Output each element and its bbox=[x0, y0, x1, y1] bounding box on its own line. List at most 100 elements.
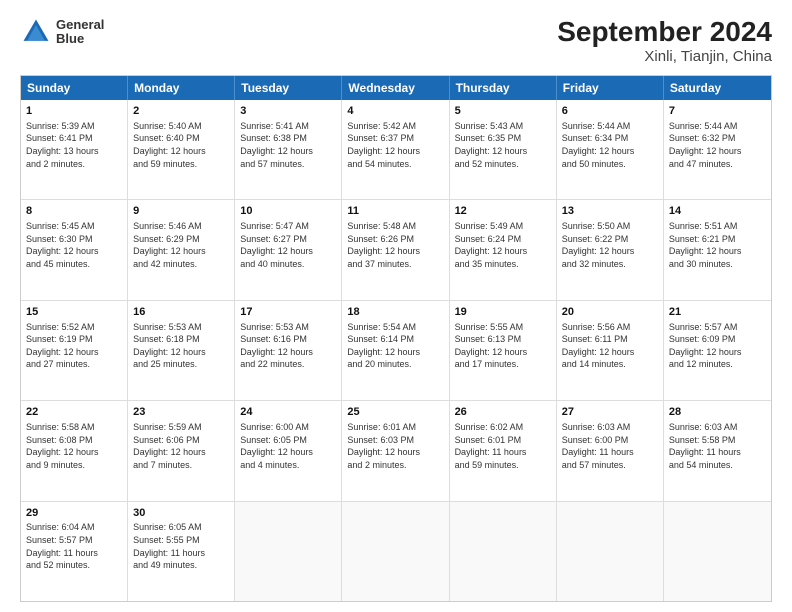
day-info: Sunrise: 5:51 AM Sunset: 6:21 PM Dayligh… bbox=[669, 220, 766, 270]
day-info: Sunrise: 5:43 AM Sunset: 6:35 PM Dayligh… bbox=[455, 120, 551, 170]
calendar-row: 22Sunrise: 5:58 AM Sunset: 6:08 PM Dayli… bbox=[21, 400, 771, 500]
day-info: Sunrise: 5:49 AM Sunset: 6:24 PM Dayligh… bbox=[455, 220, 551, 270]
calendar-cell: 4Sunrise: 5:42 AM Sunset: 6:37 PM Daylig… bbox=[342, 100, 449, 199]
calendar-cell: 13Sunrise: 5:50 AM Sunset: 6:22 PM Dayli… bbox=[557, 200, 664, 299]
day-info: Sunrise: 5:52 AM Sunset: 6:19 PM Dayligh… bbox=[26, 321, 122, 371]
calendar-cell: 30Sunrise: 6:05 AM Sunset: 5:55 PM Dayli… bbox=[128, 502, 235, 601]
day-info: Sunrise: 6:05 AM Sunset: 5:55 PM Dayligh… bbox=[133, 521, 229, 571]
calendar-cell: 6Sunrise: 5:44 AM Sunset: 6:34 PM Daylig… bbox=[557, 100, 664, 199]
calendar-cell: 20Sunrise: 5:56 AM Sunset: 6:11 PM Dayli… bbox=[557, 301, 664, 400]
calendar-cell: 15Sunrise: 5:52 AM Sunset: 6:19 PM Dayli… bbox=[21, 301, 128, 400]
day-number: 27 bbox=[562, 405, 658, 420]
day-number: 15 bbox=[26, 305, 122, 320]
day-number: 5 bbox=[455, 104, 551, 119]
calendar-cell: 28Sunrise: 6:03 AM Sunset: 5:58 PM Dayli… bbox=[664, 401, 771, 500]
weekday-header: Wednesday bbox=[342, 76, 449, 100]
day-info: Sunrise: 5:53 AM Sunset: 6:18 PM Dayligh… bbox=[133, 321, 229, 371]
day-info: Sunrise: 5:56 AM Sunset: 6:11 PM Dayligh… bbox=[562, 321, 658, 371]
day-info: Sunrise: 5:54 AM Sunset: 6:14 PM Dayligh… bbox=[347, 321, 443, 371]
calendar-subtitle: Xinli, Tianjin, China bbox=[557, 48, 772, 65]
calendar-cell: 12Sunrise: 5:49 AM Sunset: 6:24 PM Dayli… bbox=[450, 200, 557, 299]
page: General Blue September 2024 Xinli, Tianj… bbox=[0, 0, 792, 612]
calendar-row: 8Sunrise: 5:45 AM Sunset: 6:30 PM Daylig… bbox=[21, 199, 771, 299]
day-info: Sunrise: 6:02 AM Sunset: 6:01 PM Dayligh… bbox=[455, 421, 551, 471]
day-number: 4 bbox=[347, 104, 443, 119]
calendar-cell: 27Sunrise: 6:03 AM Sunset: 6:00 PM Dayli… bbox=[557, 401, 664, 500]
day-number: 28 bbox=[669, 405, 766, 420]
day-number: 21 bbox=[669, 305, 766, 320]
logo-icon bbox=[20, 16, 52, 48]
day-info: Sunrise: 5:48 AM Sunset: 6:26 PM Dayligh… bbox=[347, 220, 443, 270]
calendar-cell: 3Sunrise: 5:41 AM Sunset: 6:38 PM Daylig… bbox=[235, 100, 342, 199]
day-number: 20 bbox=[562, 305, 658, 320]
weekday-header: Friday bbox=[557, 76, 664, 100]
title-block: September 2024 Xinli, Tianjin, China bbox=[557, 16, 772, 65]
calendar-cell: 16Sunrise: 5:53 AM Sunset: 6:18 PM Dayli… bbox=[128, 301, 235, 400]
calendar-cell: 5Sunrise: 5:43 AM Sunset: 6:35 PM Daylig… bbox=[450, 100, 557, 199]
day-info: Sunrise: 5:47 AM Sunset: 6:27 PM Dayligh… bbox=[240, 220, 336, 270]
calendar-cell: 21Sunrise: 5:57 AM Sunset: 6:09 PM Dayli… bbox=[664, 301, 771, 400]
day-number: 2 bbox=[133, 104, 229, 119]
day-number: 9 bbox=[133, 204, 229, 219]
day-info: Sunrise: 5:46 AM Sunset: 6:29 PM Dayligh… bbox=[133, 220, 229, 270]
calendar-row: 29Sunrise: 6:04 AM Sunset: 5:57 PM Dayli… bbox=[21, 501, 771, 601]
calendar-cell: 2Sunrise: 5:40 AM Sunset: 6:40 PM Daylig… bbox=[128, 100, 235, 199]
day-number: 11 bbox=[347, 204, 443, 219]
day-number: 10 bbox=[240, 204, 336, 219]
calendar-cell bbox=[235, 502, 342, 601]
day-info: Sunrise: 5:57 AM Sunset: 6:09 PM Dayligh… bbox=[669, 321, 766, 371]
calendar-cell: 14Sunrise: 5:51 AM Sunset: 6:21 PM Dayli… bbox=[664, 200, 771, 299]
calendar-cell: 1Sunrise: 5:39 AM Sunset: 6:41 PM Daylig… bbox=[21, 100, 128, 199]
day-info: Sunrise: 6:00 AM Sunset: 6:05 PM Dayligh… bbox=[240, 421, 336, 471]
weekday-header: Sunday bbox=[21, 76, 128, 100]
weekday-header: Monday bbox=[128, 76, 235, 100]
day-number: 26 bbox=[455, 405, 551, 420]
calendar-cell bbox=[557, 502, 664, 601]
day-info: Sunrise: 5:59 AM Sunset: 6:06 PM Dayligh… bbox=[133, 421, 229, 471]
logo-line2: Blue bbox=[56, 32, 104, 46]
day-number: 29 bbox=[26, 506, 122, 521]
day-info: Sunrise: 5:39 AM Sunset: 6:41 PM Dayligh… bbox=[26, 120, 122, 170]
day-number: 1 bbox=[26, 104, 122, 119]
calendar-cell: 11Sunrise: 5:48 AM Sunset: 6:26 PM Dayli… bbox=[342, 200, 449, 299]
weekday-header: Saturday bbox=[664, 76, 771, 100]
logo-text: General Blue bbox=[56, 18, 104, 47]
calendar-cell: 26Sunrise: 6:02 AM Sunset: 6:01 PM Dayli… bbox=[450, 401, 557, 500]
calendar-cell: 29Sunrise: 6:04 AM Sunset: 5:57 PM Dayli… bbox=[21, 502, 128, 601]
day-number: 18 bbox=[347, 305, 443, 320]
day-info: Sunrise: 5:55 AM Sunset: 6:13 PM Dayligh… bbox=[455, 321, 551, 371]
calendar-cell bbox=[342, 502, 449, 601]
logo: General Blue bbox=[20, 16, 104, 48]
calendar-body: 1Sunrise: 5:39 AM Sunset: 6:41 PM Daylig… bbox=[21, 100, 771, 601]
day-number: 19 bbox=[455, 305, 551, 320]
calendar-cell: 22Sunrise: 5:58 AM Sunset: 6:08 PM Dayli… bbox=[21, 401, 128, 500]
day-info: Sunrise: 5:45 AM Sunset: 6:30 PM Dayligh… bbox=[26, 220, 122, 270]
day-number: 7 bbox=[669, 104, 766, 119]
day-info: Sunrise: 6:01 AM Sunset: 6:03 PM Dayligh… bbox=[347, 421, 443, 471]
calendar-header: SundayMondayTuesdayWednesdayThursdayFrid… bbox=[21, 76, 771, 100]
day-info: Sunrise: 5:53 AM Sunset: 6:16 PM Dayligh… bbox=[240, 321, 336, 371]
weekday-header: Thursday bbox=[450, 76, 557, 100]
day-info: Sunrise: 6:04 AM Sunset: 5:57 PM Dayligh… bbox=[26, 521, 122, 571]
day-number: 13 bbox=[562, 204, 658, 219]
day-info: Sunrise: 5:42 AM Sunset: 6:37 PM Dayligh… bbox=[347, 120, 443, 170]
day-number: 17 bbox=[240, 305, 336, 320]
day-info: Sunrise: 5:41 AM Sunset: 6:38 PM Dayligh… bbox=[240, 120, 336, 170]
day-info: Sunrise: 5:40 AM Sunset: 6:40 PM Dayligh… bbox=[133, 120, 229, 170]
day-number: 12 bbox=[455, 204, 551, 219]
calendar-cell: 25Sunrise: 6:01 AM Sunset: 6:03 PM Dayli… bbox=[342, 401, 449, 500]
calendar-cell: 19Sunrise: 5:55 AM Sunset: 6:13 PM Dayli… bbox=[450, 301, 557, 400]
day-info: Sunrise: 5:58 AM Sunset: 6:08 PM Dayligh… bbox=[26, 421, 122, 471]
day-info: Sunrise: 5:50 AM Sunset: 6:22 PM Dayligh… bbox=[562, 220, 658, 270]
day-number: 6 bbox=[562, 104, 658, 119]
calendar: SundayMondayTuesdayWednesdayThursdayFrid… bbox=[20, 75, 772, 602]
calendar-cell: 10Sunrise: 5:47 AM Sunset: 6:27 PM Dayli… bbox=[235, 200, 342, 299]
calendar-cell: 8Sunrise: 5:45 AM Sunset: 6:30 PM Daylig… bbox=[21, 200, 128, 299]
day-number: 14 bbox=[669, 204, 766, 219]
logo-line1: General bbox=[56, 18, 104, 32]
day-number: 8 bbox=[26, 204, 122, 219]
calendar-cell bbox=[664, 502, 771, 601]
day-info: Sunrise: 6:03 AM Sunset: 5:58 PM Dayligh… bbox=[669, 421, 766, 471]
calendar-cell: 17Sunrise: 5:53 AM Sunset: 6:16 PM Dayli… bbox=[235, 301, 342, 400]
calendar-cell: 18Sunrise: 5:54 AM Sunset: 6:14 PM Dayli… bbox=[342, 301, 449, 400]
